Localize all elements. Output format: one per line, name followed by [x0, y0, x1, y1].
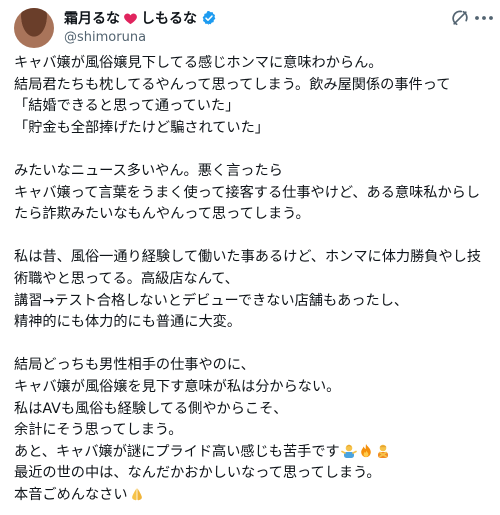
- post-line: 私はAVも風俗も経験してる側やからこそ、: [14, 400, 288, 417]
- verified-badge-icon: [202, 11, 216, 25]
- grok-icon[interactable]: [450, 8, 470, 28]
- display-name-part1[interactable]: 霜月るな: [64, 8, 120, 28]
- post-line: キャバ嬢が風俗嬢見下してる感じホンマに意味わからん。: [14, 55, 383, 71]
- person-shrugging-emoji: [340, 444, 357, 458]
- post-header: 霜月るな しもるな @shimoruna: [64, 8, 440, 47]
- post-line-text: あと、キャバ嬢が謎にプライド高い感じも苦手です: [14, 443, 340, 460]
- post-line: 結局君たちも枕してるやんって思ってしまう。飲み屋関係の事件って: [14, 76, 451, 93]
- more-options-icon[interactable]: [474, 13, 494, 23]
- post-text: キャバ嬢が風俗嬢見下してる感じホンマに意味わからん。 結局君たちも枕してるやんっ…: [14, 53, 498, 506]
- post-line: 講習→テスト合格しないとデビューできない店舗もあったし、: [14, 292, 409, 309]
- post-line: 「貯金も全部捧げたけど騙されていた」: [14, 119, 269, 136]
- avatar-image: [14, 8, 54, 48]
- post-line-with-emojis: あと、キャバ嬢が謎にプライド高い感じも苦手です: [14, 442, 498, 464]
- post-line: 精神的にも体力的にも普通に大変。: [14, 314, 242, 331]
- display-name-part2[interactable]: しもるな: [141, 8, 197, 28]
- person-gesturing-no-emoji: [377, 444, 388, 458]
- post-line: みたいなニュース多いやん。悪く言ったら: [14, 162, 283, 179]
- post-line: 「結婚できると思って通っていた」: [14, 98, 240, 115]
- folded-hands-emoji: [131, 488, 142, 501]
- post-line: 最近の世の中は、なんだかおかしいなって思ってしまう。: [14, 465, 381, 482]
- post-line: 私は昔、風俗一通り経験して働いた事あるけど、ホンマに体力勝負やし技: [14, 249, 482, 266]
- red-heart-icon: [124, 13, 137, 24]
- author-handle[interactable]: @shimoruna: [64, 29, 440, 47]
- post-line-with-emoji: 本音ごめんなさい: [14, 485, 498, 507]
- post-line: キャバ嬢が風俗嬢を見下す意味が私は分からない。: [14, 378, 341, 395]
- fire-emoji: [360, 443, 371, 457]
- post-line: たら詐欺みたいなもんやんって思ってしまう。: [14, 206, 310, 223]
- post-line: 余計にそう思ってしまう。: [14, 422, 183, 439]
- post-line: 術職やと思ってる。高級店なんて、: [14, 270, 239, 287]
- post-line-text: 本音ごめんなさい: [14, 486, 128, 503]
- post-line: 結局どっちも男性相手の仕事やのに、: [14, 357, 255, 374]
- post-card: 霜月るな しもるな @shimoruna キャバ嬢が風俗嬢見下してる感じホンマに…: [0, 0, 500, 515]
- post-line: キャバ嬢って言葉をうまく使って接客する仕事やけど、ある意味私からし: [14, 184, 481, 201]
- author-name-row[interactable]: 霜月るな しもるな: [64, 8, 440, 28]
- avatar[interactable]: [14, 8, 54, 48]
